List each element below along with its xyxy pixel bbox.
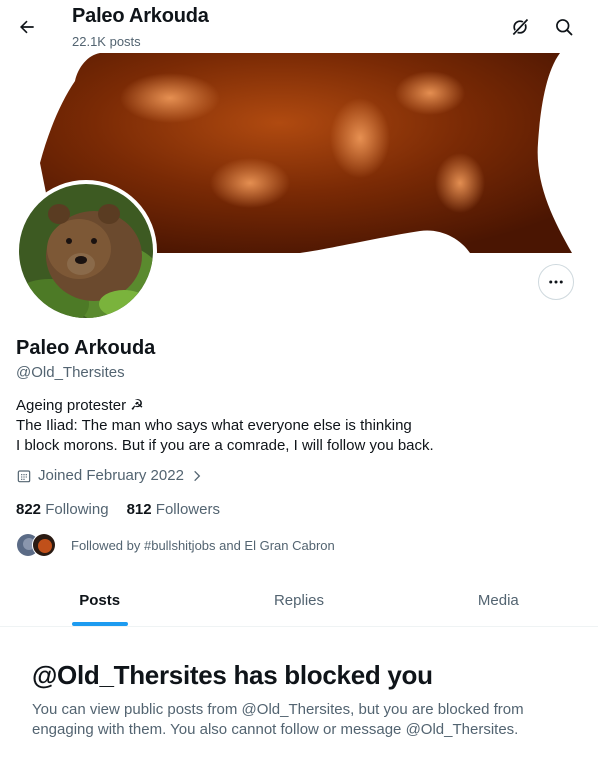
search-button[interactable] [547, 10, 581, 44]
chevron-right-icon [194, 470, 201, 481]
tab-label: Replies [273, 591, 324, 609]
followed-by-text: Followed by #bullshitjobs and El Gran Ca… [71, 537, 335, 553]
active-tab-indicator [71, 622, 128, 626]
grok-button[interactable] [503, 10, 537, 44]
top-bar: Paleo Arkouda 22.1K posts [0, 0, 598, 53]
tab-label: Posts [79, 591, 121, 609]
tab-replies[interactable]: Replies [199, 574, 398, 626]
tab-label: Media [477, 591, 519, 609]
tab-posts[interactable]: Posts [0, 574, 199, 626]
more-options-icon [549, 280, 563, 284]
bio-line: I block morons. But if you are a comrade… [16, 437, 434, 454]
bear-avatar-image [19, 184, 153, 318]
tab-media[interactable]: Media [399, 574, 598, 626]
grok-icon [512, 18, 529, 36]
follower-avatar [32, 533, 56, 557]
back-button[interactable] [10, 10, 44, 44]
blocked-title: @Old_Thersites has blocked you [32, 660, 433, 690]
post-count: 22.1K posts [72, 34, 141, 49]
header-title: Paleo Arkouda [72, 5, 209, 27]
following-label: Following [45, 501, 109, 518]
profile-tabs: Posts Replies Media [0, 574, 598, 627]
followed-by-link[interactable]: Followed by #bullshitjobs and El Gran Ca… [16, 533, 335, 557]
profile-bio: Ageing protester ☭ The Iliad: The man wh… [16, 396, 434, 456]
display-name: Paleo Arkouda [16, 337, 156, 359]
followers-link[interactable]: 812 Followers [127, 501, 220, 518]
followers-count: 812 [126, 501, 152, 518]
following-link[interactable]: 822 Following [16, 501, 109, 518]
bio-line: Ageing protester ☭ [16, 397, 144, 414]
calendar-icon [17, 469, 31, 482]
arrow-left-icon [20, 20, 34, 34]
following-count: 822 [16, 501, 42, 518]
followers-label: Followers [155, 501, 220, 518]
more-options-button[interactable] [538, 264, 574, 300]
joined-label: Joined February 2022 [38, 467, 184, 484]
user-handle: @Old_Thersites [16, 364, 125, 381]
follow-stats: 822 Following 812 Followers [16, 501, 220, 518]
search-icon [556, 19, 573, 36]
bio-line: The Iliad: The man who says what everyon… [16, 417, 412, 434]
joined-date[interactable]: Joined February 2022 [16, 467, 204, 484]
blocked-description: You can view public posts from @Old_Ther… [32, 701, 524, 738]
profile-avatar[interactable] [15, 180, 157, 322]
